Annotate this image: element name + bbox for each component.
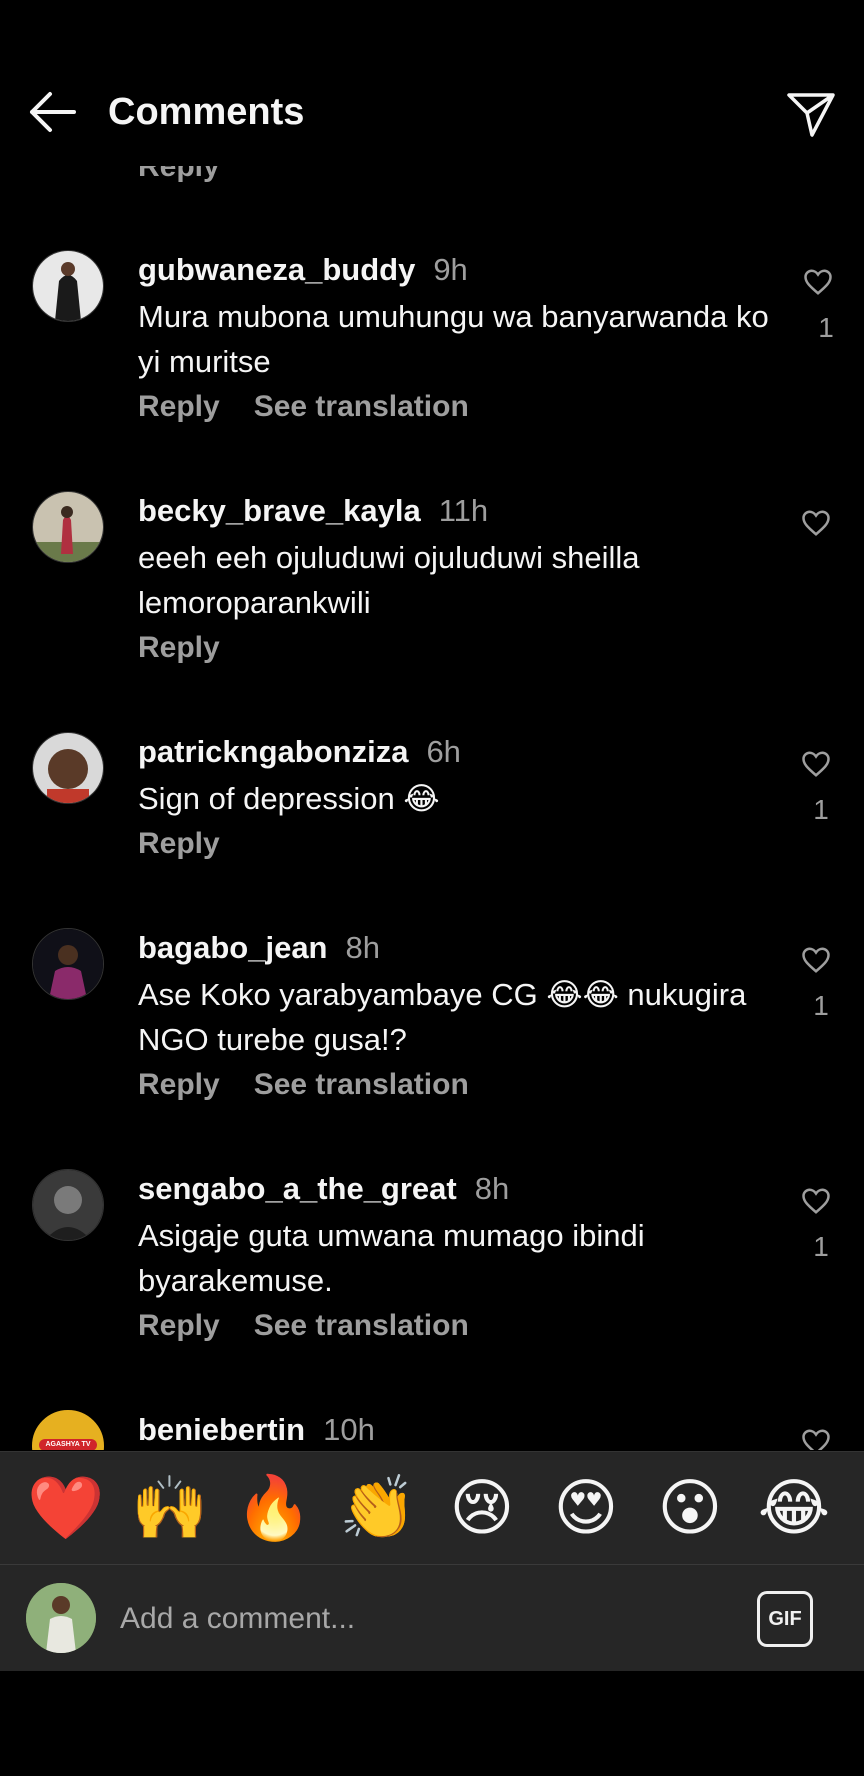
- comment-time: 11h: [438, 493, 489, 528]
- emoji-quick-reactions: ❤️ 🙌 🔥 👏 😢 😍 😮 😂: [0, 1451, 864, 1564]
- emoji-clapping-hands[interactable]: 👏: [338, 1470, 418, 1548]
- comment-actions: Reply: [138, 631, 220, 665]
- avatar[interactable]: [32, 491, 104, 563]
- comment-meta: sengabo_a_the_great 8h: [138, 1169, 509, 1209]
- reply-button[interactable]: Reply: [138, 390, 220, 423]
- comment-actions: Reply See translation: [138, 390, 469, 424]
- send-icon[interactable]: [786, 92, 836, 138]
- comment-actions: Reply: [138, 827, 220, 861]
- comment-actions: Reply See translation: [138, 1309, 469, 1343]
- comment-username[interactable]: bagabo_jean: [138, 930, 328, 965]
- like-count: 1: [813, 794, 829, 825]
- comment-username[interactable]: patrickngabonziza: [138, 734, 408, 769]
- comments-list[interactable]: Reply gubwaneza_buddy 9h Mura mubona umuh…: [0, 0, 864, 1450]
- reply-button[interactable]: Reply: [138, 631, 220, 664]
- reply-button[interactable]: Reply: [138, 1309, 220, 1342]
- emoji-tears-of-joy[interactable]: 😂: [754, 1470, 834, 1548]
- emoji-raised-hands[interactable]: 🙌: [130, 1470, 210, 1548]
- emoji-crying-face[interactable]: 😢: [442, 1470, 522, 1548]
- header: Comments: [0, 0, 864, 166]
- page-title: Comments: [108, 91, 305, 133]
- comment-text: eeeh eeh ojuluduwi ojuluduwi sheilla lem…: [138, 540, 640, 620]
- comment-text: Asigaje guta umwana mumago ibindi byarak…: [138, 1218, 645, 1298]
- comment-time: 10h: [323, 1412, 375, 1447]
- bottom-area: [0, 1671, 864, 1776]
- comment-time: 9h: [433, 252, 468, 287]
- see-translation-button[interactable]: See translation: [254, 390, 469, 423]
- avatar[interactable]: AGASHYA TV: [32, 1410, 104, 1450]
- comment-time: 8h: [345, 930, 380, 965]
- avatar[interactable]: [32, 250, 104, 322]
- reply-button[interactable]: Reply: [138, 827, 220, 860]
- comment-meta: becky_brave_kayla 11h: [138, 491, 488, 531]
- avatar[interactable]: [32, 1169, 104, 1241]
- heart-icon[interactable]: [801, 750, 831, 778]
- comment-composer: GIF: [0, 1564, 864, 1671]
- heart-icon[interactable]: [801, 946, 831, 974]
- emoji-fire[interactable]: 🔥: [234, 1470, 314, 1548]
- comment-time: 8h: [474, 1171, 510, 1206]
- comment-username[interactable]: becky_brave_kayla: [138, 493, 421, 528]
- gif-button[interactable]: GIF: [757, 1591, 813, 1647]
- like-count: 1: [813, 1231, 829, 1262]
- comment-text: Mura mubona umuhungu wa banyarwanda ko y…: [138, 299, 769, 379]
- comment-actions: Reply See translation: [138, 1068, 469, 1102]
- comment-text: Sign of depression 😂: [138, 781, 440, 816]
- avatar-badge: AGASHYA TV: [39, 1439, 97, 1450]
- comment-input[interactable]: [118, 1587, 722, 1651]
- emoji-heart-eyes[interactable]: 😍: [546, 1470, 626, 1548]
- emoji-heart[interactable]: ❤️: [26, 1470, 106, 1548]
- emoji-surprised-face[interactable]: 😮: [650, 1470, 730, 1548]
- comment-meta: bagabo_jean 8h: [138, 928, 380, 968]
- comment-username[interactable]: sengabo_a_the_great: [138, 1171, 457, 1206]
- see-translation-button[interactable]: See translation: [254, 1068, 469, 1101]
- comment-meta: gubwaneza_buddy 9h: [138, 250, 468, 290]
- avatar[interactable]: [32, 732, 104, 804]
- heart-icon[interactable]: [801, 1187, 831, 1215]
- comment-meta: patrickngabonziza 6h: [138, 732, 461, 772]
- comment-time: 6h: [426, 734, 461, 769]
- avatar[interactable]: [32, 928, 104, 1000]
- comment-text: Ase Koko yarabyambaye CG 😂😂 nukugira NGO…: [138, 977, 747, 1057]
- comment-meta: beniebertin 10h: [138, 1410, 375, 1450]
- heart-icon[interactable]: [801, 1428, 831, 1450]
- like-count: 1: [813, 990, 829, 1021]
- heart-icon[interactable]: [801, 509, 831, 537]
- see-translation-button[interactable]: See translation: [254, 1309, 469, 1342]
- comment-username[interactable]: gubwaneza_buddy: [138, 252, 415, 287]
- reply-button[interactable]: Reply: [138, 1068, 220, 1101]
- back-arrow-icon[interactable]: [26, 90, 78, 134]
- heart-icon[interactable]: [803, 268, 833, 296]
- like-count: 1: [818, 312, 834, 343]
- avatar[interactable]: [26, 1583, 96, 1653]
- comment-username[interactable]: beniebertin: [138, 1412, 305, 1447]
